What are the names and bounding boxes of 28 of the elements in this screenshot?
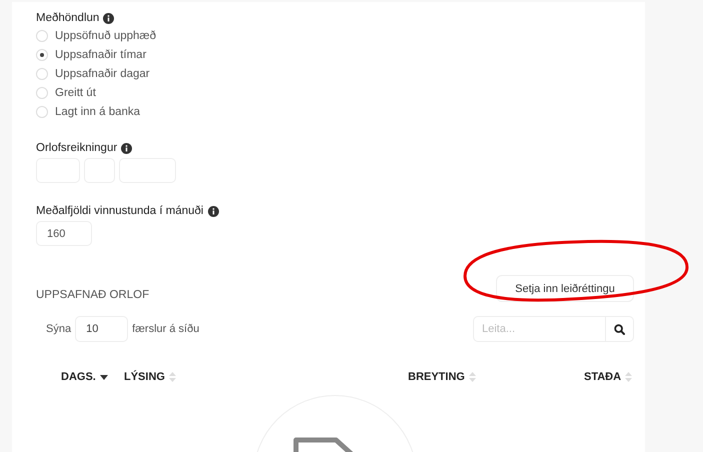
radio-label[interactable]: Uppsöfnuð upphæð [55, 30, 156, 42]
radio-button[interactable] [36, 68, 48, 80]
page-size-field[interactable]: 10 [75, 316, 128, 342]
radio-label[interactable]: Greitt út [55, 87, 96, 99]
column-header[interactable]: DAGS. [61, 371, 96, 383]
field-label: Meðhöndlun [36, 12, 100, 24]
radio-label[interactable]: Uppsafnaðir dagar [55, 68, 150, 80]
info-icon [121, 142, 132, 154]
search-button[interactable] [606, 316, 634, 342]
radio-button[interactable] [36, 87, 48, 99]
radio-button[interactable] [36, 30, 48, 42]
show-label: Sýna [46, 323, 72, 335]
info-icon [103, 12, 114, 24]
column-header[interactable]: LÝSING [124, 371, 165, 383]
column-header[interactable]: STAÐA [584, 371, 622, 383]
radio-label[interactable]: Lagt inn á banka [55, 106, 140, 118]
search-icon [614, 324, 625, 334]
radio-label[interactable]: Uppsafnaðir tímar [55, 49, 146, 61]
entries-label: færslur á síðu [132, 323, 200, 335]
radio-button[interactable] [36, 49, 48, 61]
field-label: Meðalfjöldi vinnustunda í mánuði [36, 205, 204, 217]
field-label: Orlofsreikningur [36, 142, 118, 154]
input-field[interactable]: 160 [36, 221, 92, 246]
search-field[interactable]: Leita... [473, 316, 606, 342]
info-icon [208, 206, 218, 216]
section-title: UPPSAFNAÐ ORLOF [36, 289, 150, 301]
radio-button[interactable] [36, 106, 48, 118]
column-header[interactable]: BREYTING [408, 371, 465, 383]
